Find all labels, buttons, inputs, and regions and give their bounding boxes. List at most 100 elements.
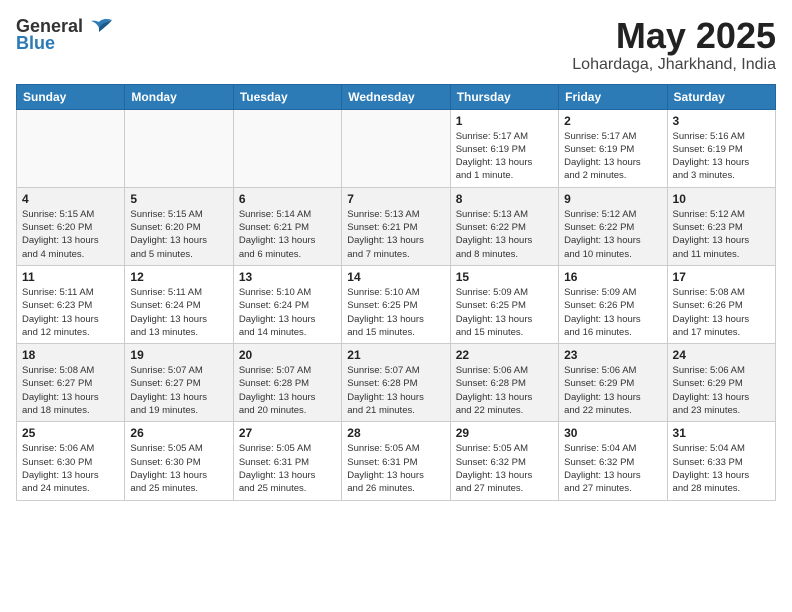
day-cell-20: 20 Sunrise: 5:07 AMSunset: 6:28 PMDayligh… xyxy=(233,344,341,422)
calendar-table: SundayMondayTuesdayWednesdayThursdayFrid… xyxy=(16,84,776,501)
day-number: 22 xyxy=(456,348,553,362)
day-number: 10 xyxy=(673,192,770,206)
day-info: Sunrise: 5:15 AMSunset: 6:20 PMDaylight:… xyxy=(130,208,227,261)
day-cell-27: 27Sunrise: 5:05 AMSunset: 6:31 PMDayligh… xyxy=(233,422,341,500)
day-cell-18: 18 Sunrise: 5:08 AMSunset: 6:27 PMDayligh… xyxy=(17,344,125,422)
page-header: General Blue May 2025 Lohardaga, Jharkha… xyxy=(16,16,776,74)
day-number: 9 xyxy=(564,192,661,206)
week-row-5: 25 Sunrise: 5:06 AMSunset: 6:30 PMDayligh… xyxy=(17,422,776,500)
day-info: Sunrise: 5:13 AMSunset: 6:21 PMDaylight:… xyxy=(347,208,444,261)
day-info: Sunrise: 5:10 AMSunset: 6:24 PMDaylight:… xyxy=(239,286,336,339)
day-info: Sunrise: 5:06 AMSunset: 6:29 PMDaylight:… xyxy=(673,364,770,417)
day-number: 13 xyxy=(239,270,336,284)
day-info: Sunrise: 5:11 AMSunset: 6:23 PMDaylight:… xyxy=(22,286,119,339)
weekday-header-monday: Monday xyxy=(125,84,233,109)
weekday-header-wednesday: Wednesday xyxy=(342,84,450,109)
weekday-header-row: SundayMondayTuesdayWednesdayThursdayFrid… xyxy=(17,84,776,109)
weekday-header-thursday: Thursday xyxy=(450,84,558,109)
day-info: Sunrise: 5:05 AMSunset: 6:32 PMDaylight:… xyxy=(456,442,553,495)
day-number: 15 xyxy=(456,270,553,284)
day-number: 3 xyxy=(673,114,770,128)
day-cell-1: 1Sunrise: 5:17 AMSunset: 6:19 PMDaylight… xyxy=(450,109,558,187)
day-cell-10: 10 Sunrise: 5:12 AMSunset: 6:23 PMDayligh… xyxy=(667,187,775,265)
day-cell-8: 8 Sunrise: 5:13 AMSunset: 6:22 PMDaylight… xyxy=(450,187,558,265)
day-info: Sunrise: 5:12 AMSunset: 6:22 PMDaylight:… xyxy=(564,208,661,261)
day-cell-9: 9 Sunrise: 5:12 AMSunset: 6:22 PMDaylight… xyxy=(559,187,667,265)
day-info: Sunrise: 5:13 AMSunset: 6:22 PMDaylight:… xyxy=(456,208,553,261)
title-block: May 2025 Lohardaga, Jharkhand, India xyxy=(572,16,776,74)
day-info: Sunrise: 5:07 AMSunset: 6:27 PMDaylight:… xyxy=(130,364,227,417)
empty-cell xyxy=(17,109,125,187)
day-cell-12: 12 Sunrise: 5:11 AMSunset: 6:24 PMDayligh… xyxy=(125,265,233,343)
day-number: 17 xyxy=(673,270,770,284)
day-cell-5: 5 Sunrise: 5:15 AMSunset: 6:20 PMDaylight… xyxy=(125,187,233,265)
logo: General Blue xyxy=(16,16,113,54)
day-info: Sunrise: 5:06 AMSunset: 6:29 PMDaylight:… xyxy=(564,364,661,417)
day-info: Sunrise: 5:12 AMSunset: 6:23 PMDaylight:… xyxy=(673,208,770,261)
location-title: Lohardaga, Jharkhand, India xyxy=(572,56,776,74)
day-number: 11 xyxy=(22,270,119,284)
day-info: Sunrise: 5:05 AMSunset: 6:30 PMDaylight:… xyxy=(130,442,227,495)
day-info: Sunrise: 5:16 AMSunset: 6:19 PMDaylight:… xyxy=(673,130,770,183)
week-row-2: 4 Sunrise: 5:15 AMSunset: 6:20 PMDaylight… xyxy=(17,187,776,265)
week-row-1: 1Sunrise: 5:17 AMSunset: 6:19 PMDaylight… xyxy=(17,109,776,187)
day-info: Sunrise: 5:08 AMSunset: 6:27 PMDaylight:… xyxy=(22,364,119,417)
day-info: Sunrise: 5:06 AMSunset: 6:28 PMDaylight:… xyxy=(456,364,553,417)
day-number: 31 xyxy=(673,426,770,440)
day-number: 12 xyxy=(130,270,227,284)
day-cell-29: 29 Sunrise: 5:05 AMSunset: 6:32 PMDayligh… xyxy=(450,422,558,500)
day-number: 7 xyxy=(347,192,444,206)
day-number: 20 xyxy=(239,348,336,362)
day-info: Sunrise: 5:05 AMSunset: 6:31 PMDaylight:… xyxy=(239,442,336,495)
day-info: Sunrise: 5:09 AMSunset: 6:25 PMDaylight:… xyxy=(456,286,553,339)
logo-bird-icon xyxy=(85,18,113,36)
week-row-3: 11 Sunrise: 5:11 AMSunset: 6:23 PMDayligh… xyxy=(17,265,776,343)
day-number: 16 xyxy=(564,270,661,284)
weekday-header-sunday: Sunday xyxy=(17,84,125,109)
day-info: Sunrise: 5:08 AMSunset: 6:26 PMDaylight:… xyxy=(673,286,770,339)
day-info: Sunrise: 5:06 AMSunset: 6:30 PMDaylight:… xyxy=(22,442,119,495)
day-number: 6 xyxy=(239,192,336,206)
day-cell-13: 13 Sunrise: 5:10 AMSunset: 6:24 PMDayligh… xyxy=(233,265,341,343)
day-info: Sunrise: 5:05 AMSunset: 6:31 PMDaylight:… xyxy=(347,442,444,495)
day-cell-25: 25 Sunrise: 5:06 AMSunset: 6:30 PMDayligh… xyxy=(17,422,125,500)
empty-cell xyxy=(342,109,450,187)
day-number: 19 xyxy=(130,348,227,362)
day-number: 29 xyxy=(456,426,553,440)
day-cell-4: 4Sunrise: 5:15 AMSunset: 6:20 PMDaylight… xyxy=(17,187,125,265)
day-number: 14 xyxy=(347,270,444,284)
day-cell-7: 7 Sunrise: 5:13 AMSunset: 6:21 PMDaylight… xyxy=(342,187,450,265)
day-number: 24 xyxy=(673,348,770,362)
day-info: Sunrise: 5:17 AMSunset: 6:19 PMDaylight:… xyxy=(564,130,661,183)
day-cell-16: 16 Sunrise: 5:09 AMSunset: 6:26 PMDayligh… xyxy=(559,265,667,343)
empty-cell xyxy=(233,109,341,187)
day-info: Sunrise: 5:07 AMSunset: 6:28 PMDaylight:… xyxy=(239,364,336,417)
day-info: Sunrise: 5:14 AMSunset: 6:21 PMDaylight:… xyxy=(239,208,336,261)
weekday-header-tuesday: Tuesday xyxy=(233,84,341,109)
day-number: 4 xyxy=(22,192,119,206)
day-cell-11: 11 Sunrise: 5:11 AMSunset: 6:23 PMDayligh… xyxy=(17,265,125,343)
day-cell-19: 19 Sunrise: 5:07 AMSunset: 6:27 PMDayligh… xyxy=(125,344,233,422)
day-info: Sunrise: 5:07 AMSunset: 6:28 PMDaylight:… xyxy=(347,364,444,417)
day-cell-24: 24 Sunrise: 5:06 AMSunset: 6:29 PMDayligh… xyxy=(667,344,775,422)
day-number: 18 xyxy=(22,348,119,362)
day-number: 5 xyxy=(130,192,227,206)
day-number: 30 xyxy=(564,426,661,440)
day-cell-22: 22 Sunrise: 5:06 AMSunset: 6:28 PMDayligh… xyxy=(450,344,558,422)
week-row-4: 18 Sunrise: 5:08 AMSunset: 6:27 PMDayligh… xyxy=(17,344,776,422)
day-number: 2 xyxy=(564,114,661,128)
day-cell-26: 26Sunrise: 5:05 AMSunset: 6:30 PMDayligh… xyxy=(125,422,233,500)
weekday-header-saturday: Saturday xyxy=(667,84,775,109)
day-info: Sunrise: 5:11 AMSunset: 6:24 PMDaylight:… xyxy=(130,286,227,339)
day-cell-31: 31 Sunrise: 5:04 AMSunset: 6:33 PMDayligh… xyxy=(667,422,775,500)
day-info: Sunrise: 5:04 AMSunset: 6:33 PMDaylight:… xyxy=(673,442,770,495)
day-number: 28 xyxy=(347,426,444,440)
day-info: Sunrise: 5:04 AMSunset: 6:32 PMDaylight:… xyxy=(564,442,661,495)
day-info: Sunrise: 5:09 AMSunset: 6:26 PMDaylight:… xyxy=(564,286,661,339)
day-number: 21 xyxy=(347,348,444,362)
day-number: 23 xyxy=(564,348,661,362)
day-number: 25 xyxy=(22,426,119,440)
day-cell-3: 3 Sunrise: 5:16 AMSunset: 6:19 PMDaylight… xyxy=(667,109,775,187)
day-cell-6: 6 Sunrise: 5:14 AMSunset: 6:21 PMDaylight… xyxy=(233,187,341,265)
day-number: 8 xyxy=(456,192,553,206)
